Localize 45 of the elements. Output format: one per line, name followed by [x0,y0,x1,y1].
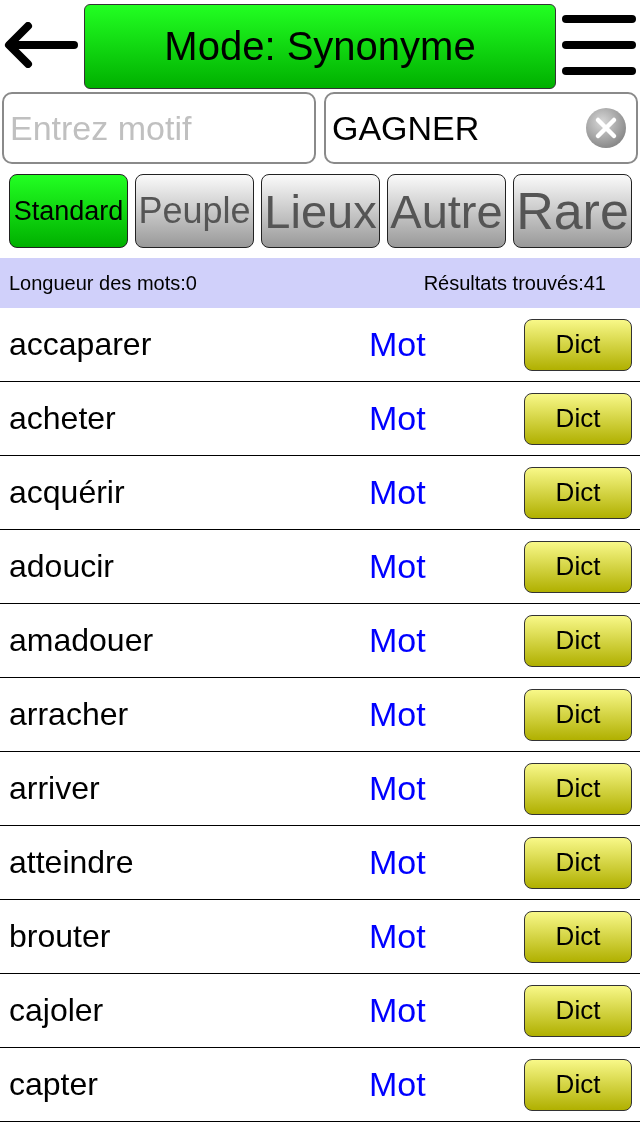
results-count-label: Résultats trouvés:41 [423,271,606,295]
dict-button[interactable]: Dict [524,688,632,741]
word-link[interactable]: Mot [369,991,426,1030]
pattern-input-field[interactable]: Entrez motif [2,92,316,164]
dict-button[interactable]: Dict [524,984,632,1037]
dict-button[interactable]: Dict [524,466,632,519]
dict-button[interactable]: Dict [524,614,632,667]
menu-icon[interactable] [562,15,636,75]
word-link[interactable]: Mot [369,843,426,882]
filter-tab[interactable]: Autre [387,174,506,248]
result-word: brouter [9,918,111,955]
result-word: arriver [9,770,100,807]
clear-icon[interactable] [586,108,626,148]
result-word: acquérir [9,474,125,511]
word-link[interactable]: Mot [369,695,426,734]
word-link[interactable]: Mot [369,325,426,364]
result-word: capter [9,1066,98,1103]
result-word: arracher [9,696,129,733]
word-input-field[interactable]: GAGNER [324,92,638,164]
filter-tab[interactable]: Lieux [261,174,380,248]
dict-button[interactable]: Dict [524,762,632,815]
word-link[interactable]: Mot [369,399,426,438]
word-link[interactable]: Mot [369,769,426,808]
result-word: atteindre [9,844,134,881]
result-word: cajoler [9,992,104,1029]
filter-tab[interactable]: Peuple [135,174,254,248]
dict-button[interactable]: Dict [524,540,632,593]
result-word: adoucir [9,548,114,585]
result-word: amadouer [9,622,154,659]
result-word: accaparer [9,326,152,363]
word-link[interactable]: Mot [369,621,426,660]
filter-tab[interactable]: Rare [513,174,632,248]
word-link[interactable]: Mot [369,917,426,956]
result-word: acheter [9,400,116,437]
word-length-label: Longueur des mots:0 [9,271,197,295]
word-link[interactable]: Mot [369,547,426,586]
dict-button[interactable]: Dict [524,910,632,963]
dict-button[interactable]: Dict [524,836,632,889]
word-link[interactable]: Mot [369,1065,426,1104]
word-link[interactable]: Mot [369,473,426,512]
mode-button[interactable]: Mode: Synonyme [84,4,556,89]
dict-button[interactable]: Dict [524,392,632,445]
filter-tab[interactable]: Standard [9,174,128,248]
dict-button[interactable]: Dict [524,1058,632,1111]
dict-button[interactable]: Dict [524,318,632,371]
